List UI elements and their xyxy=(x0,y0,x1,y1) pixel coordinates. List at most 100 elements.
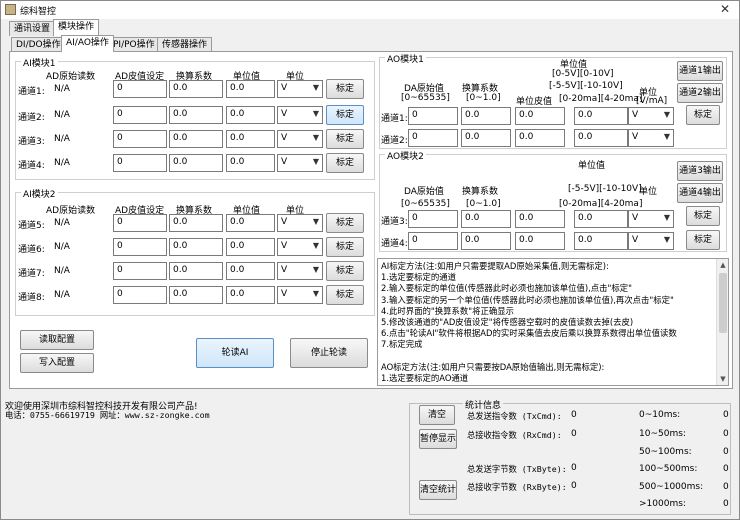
ch4-output-button[interactable]: 通道4输出 xyxy=(677,183,723,203)
ad-zero-input[interactable]: 0 xyxy=(113,106,167,124)
help-line: 4.此时界面的"换算系数"将正确显示 xyxy=(381,305,514,316)
ao-unit-value-input[interactable]: 0.0 xyxy=(574,129,628,147)
read-config-button[interactable]: 读取配置 xyxy=(20,330,94,350)
ch1-output-button[interactable]: 通道1输出 xyxy=(677,61,723,81)
ad-raw-value: N/A xyxy=(54,290,70,300)
factor-input[interactable]: 0.0 xyxy=(169,154,223,172)
ad-zero-input[interactable]: 0 xyxy=(113,214,167,232)
pause-display-button[interactable]: 暂停显示 xyxy=(419,429,457,449)
unit-select[interactable]: V ▼ xyxy=(277,238,323,256)
calibrate-button[interactable]: 标定 xyxy=(326,237,364,257)
tab-ai-ao[interactable]: AI/AO操作 xyxy=(61,35,114,52)
ao-factor-input[interactable]: 0.0 xyxy=(461,232,511,250)
unit-zero-input[interactable]: 0.0 xyxy=(515,107,565,125)
tab-sensor[interactable]: 传感器操作 xyxy=(157,37,213,52)
unit-value-input[interactable]: 0.0 xyxy=(226,214,275,232)
ao1-calib-button[interactable]: 标定 xyxy=(686,105,720,125)
ao-factor-input[interactable]: 0.0 xyxy=(461,107,511,125)
ao-unit-select[interactable]: V ▼ xyxy=(628,107,674,125)
ao-col-unit-sub: [V/mA] xyxy=(636,96,668,106)
unit-value-input[interactable]: 0.0 xyxy=(226,154,275,172)
unit-select[interactable]: V ▼ xyxy=(277,262,323,280)
help-scrollbar[interactable]: ▲ ▼ xyxy=(716,259,728,385)
channel-label: 通道8: xyxy=(18,293,45,303)
unit-zero-input[interactable]: 0.0 xyxy=(515,129,565,147)
close-icon[interactable]: ✕ xyxy=(717,3,733,17)
help-line: 3.输入要标定的另一个单位值(传感器此时必须也施加该单位值),再次点击"标定" xyxy=(381,294,674,305)
ao-unit-value-input[interactable]: 0.0 xyxy=(574,107,628,125)
factor-input[interactable]: 0.0 xyxy=(169,238,223,256)
calibrate-button[interactable]: 标定 xyxy=(326,285,364,305)
ao-unit-select[interactable]: V ▼ xyxy=(628,210,674,228)
ao-unit-value-input[interactable]: 0.0 xyxy=(574,232,628,250)
rx-cmd-label: 总接收指令数 (RxCmd): xyxy=(467,430,562,440)
unit-value-input[interactable]: 0.0 xyxy=(226,80,275,98)
calibrate-button[interactable]: 标定 xyxy=(326,213,364,233)
calibrate-button[interactable]: 标定 xyxy=(326,261,364,281)
factor-input[interactable]: 0.0 xyxy=(169,262,223,280)
da-input[interactable]: 0 xyxy=(408,129,458,147)
clear-stats-button[interactable]: 清空统计 xyxy=(419,480,457,500)
unit-select-value: V xyxy=(632,213,639,223)
unit-value-input[interactable]: 0.0 xyxy=(226,262,275,280)
channel-label: 通道5: xyxy=(18,221,45,231)
da-input[interactable]: 0 xyxy=(408,210,458,228)
ao-unit-select[interactable]: V ▼ xyxy=(628,129,674,147)
ad-zero-input[interactable]: 0 xyxy=(113,262,167,280)
unit-select[interactable]: V ▼ xyxy=(277,106,323,124)
stop-poll-button[interactable]: 停止轮读 xyxy=(290,338,368,368)
ao2-calib-button[interactable]: 标定 xyxy=(686,206,720,226)
factor-input[interactable]: 0.0 xyxy=(169,286,223,304)
calibrate-button[interactable]: 标定 xyxy=(326,105,364,125)
ad-zero-input[interactable]: 0 xyxy=(113,130,167,148)
unit-value-input[interactable]: 0.0 xyxy=(226,238,275,256)
ao-unit-value-input[interactable]: 0.0 xyxy=(574,210,628,228)
unit-select[interactable]: V ▼ xyxy=(277,214,323,232)
da-input[interactable]: 0 xyxy=(408,232,458,250)
group-title: AO模块1 xyxy=(385,52,426,65)
unit-zero-input[interactable]: 0.0 xyxy=(515,232,565,250)
unit-select-value: V xyxy=(281,289,288,299)
ao-factor-input[interactable]: 0.0 xyxy=(461,210,511,228)
unit-select[interactable]: V ▼ xyxy=(277,130,323,148)
tab-module-ops[interactable]: 模块操作 xyxy=(53,19,100,36)
factor-input[interactable]: 0.0 xyxy=(169,130,223,148)
ao-unit-select[interactable]: V ▼ xyxy=(628,232,674,250)
ch3-output-button[interactable]: 通道3输出 xyxy=(677,161,723,181)
ad-zero-input[interactable]: 0 xyxy=(113,286,167,304)
write-config-button[interactable]: 写入配置 xyxy=(20,353,94,373)
unit-value-input[interactable]: 0.0 xyxy=(226,106,275,124)
chevron-down-icon: ▼ xyxy=(663,235,670,244)
tab-di-do[interactable]: DI/DO操作 xyxy=(11,37,66,52)
ad-zero-input[interactable]: 0 xyxy=(113,238,167,256)
ad-zero-input[interactable]: 0 xyxy=(113,154,167,172)
factor-input[interactable]: 0.0 xyxy=(169,106,223,124)
unit-select[interactable]: V ▼ xyxy=(277,80,323,98)
unit-value-input[interactable]: 0.0 xyxy=(226,286,275,304)
unit-value-input[interactable]: 0.0 xyxy=(226,130,275,148)
calibrate-button[interactable]: 标定 xyxy=(326,79,364,99)
latency-bin-value: 0 xyxy=(723,464,729,474)
tab-pi-po[interactable]: PI/PO操作 xyxy=(108,37,160,52)
factor-input[interactable]: 0.0 xyxy=(169,214,223,232)
unit-select[interactable]: V ▼ xyxy=(277,154,323,172)
calibrate-button[interactable]: 标定 xyxy=(326,153,364,173)
poll-ai-button[interactable]: 轮读AI xyxy=(196,338,274,368)
scroll-down-icon[interactable]: ▼ xyxy=(717,373,728,385)
ao2-calib-button-2[interactable]: 标定 xyxy=(686,230,720,250)
tab-comm-settings[interactable]: 通讯设置 xyxy=(9,21,56,36)
scroll-up-icon[interactable]: ▲ xyxy=(717,259,728,271)
ch2-output-button[interactable]: 通道2输出 xyxy=(677,83,723,103)
unit-select[interactable]: V ▼ xyxy=(277,286,323,304)
ao-factor-input[interactable]: 0.0 xyxy=(461,129,511,147)
scroll-thumb[interactable] xyxy=(719,273,727,333)
factor-input[interactable]: 0.0 xyxy=(169,80,223,98)
ad-zero-input[interactable]: 0 xyxy=(113,80,167,98)
clear-button[interactable]: 清空 xyxy=(419,405,455,425)
help-text-box[interactable]: AI标定方法(注:如用户只需要提取AD原始采集值,则无需标定): 1.选定要标定的… xyxy=(377,258,729,386)
unit-zero-input[interactable]: 0.0 xyxy=(515,210,565,228)
calibrate-button[interactable]: 标定 xyxy=(326,129,364,149)
da-input[interactable]: 0 xyxy=(408,107,458,125)
unit-select-value: V xyxy=(632,235,639,245)
col-ad-raw: AD原始读数 xyxy=(46,72,96,82)
